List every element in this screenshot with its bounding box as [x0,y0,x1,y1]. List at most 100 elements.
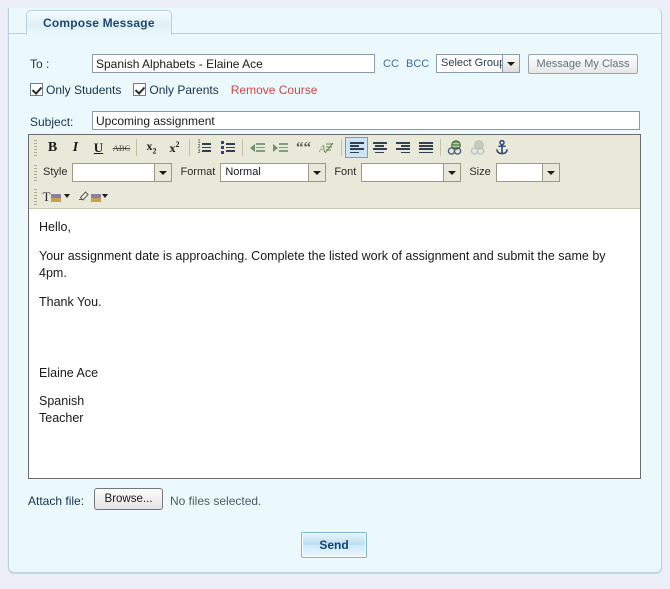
only-students-checkbox[interactable] [30,83,43,96]
body-thanks: Thank You. [39,294,630,311]
toolbar-separator [242,139,243,156]
chevron-down-icon[interactable] [443,164,460,181]
align-justify-icon [419,142,433,153]
numbered-list-button[interactable]: 123 [193,137,216,158]
anchor-icon [495,140,509,155]
font-label: Font [334,166,356,178]
toolbar-grip-icon[interactable] [32,139,39,156]
format-label: Format [180,166,215,178]
tab-strip: Compose Message [8,8,662,34]
remove-format-button[interactable]: A [315,137,338,158]
only-students-label: Only Students [46,83,121,97]
text-color-chevron-down-icon[interactable] [64,194,70,198]
remove-course-link[interactable]: Remove Course [231,83,318,97]
only-parents-checkbox[interactable] [133,83,146,96]
recipient-filter-row: Only Students Only Parents Remove Course [30,83,317,99]
editor-toolbar: B I U ABC x2 x2 123 [29,135,640,209]
bold-button[interactable]: B [41,137,64,158]
body-spacer [39,323,630,353]
text-color-icon: T [43,191,62,202]
text-color-button[interactable]: T [41,186,63,207]
background-color-button[interactable] [77,186,101,207]
chevron-down-icon[interactable] [154,164,171,181]
outdent-icon [250,143,265,152]
background-color-icon [78,190,101,202]
anchor-button[interactable] [490,137,513,158]
message-body[interactable]: Hello, Your assignment date is approachi… [29,209,640,478]
signature-name: Elaine Ace [39,365,630,382]
cc-link[interactable]: CC [383,58,399,70]
format-value: Normal [225,166,260,178]
body-paragraph: Your assignment date is approaching. Com… [39,248,630,282]
to-input[interactable]: Spanish Alphabets - Elaine Ace [92,54,375,73]
link-icon [447,140,464,155]
rich-text-editor: B I U ABC x2 x2 123 [28,134,641,479]
toolbar-row-formatting: B I U ABC x2 x2 123 [29,135,640,160]
to-label: To : [30,57,49,71]
strikethrough-button[interactable]: ABC [110,137,133,158]
unlink-button[interactable] [467,137,490,158]
underline-icon: U [94,140,103,156]
style-dropdown[interactable] [72,163,172,182]
body-greeting: Hello, [39,219,630,236]
increase-indent-button[interactable] [269,137,292,158]
toolbar-separator [136,139,137,156]
superscript-button[interactable]: x2 [163,137,186,158]
only-parents-label: Only Parents [149,83,218,97]
remove-format-icon: A [319,141,335,155]
background-color-chevron-down-icon[interactable] [102,194,108,198]
align-right-icon [396,142,410,153]
browse-button[interactable]: Browse... [94,488,163,510]
bold-icon: B [48,140,57,156]
subscript-icon: x2 [147,139,157,155]
attach-status: No files selected. [170,494,261,508]
align-center-button[interactable] [368,137,391,158]
blockquote-button[interactable]: ““ [292,137,315,158]
chevron-down-icon[interactable] [542,164,559,181]
bulleted-list-button[interactable] [216,137,239,158]
toolbar-row-styles: Style Format Normal Font Size [29,160,640,184]
svg-text:A: A [319,143,326,155]
chevron-down-icon[interactable] [502,55,519,72]
align-left-button[interactable] [345,137,368,158]
format-dropdown[interactable]: Normal [220,163,326,182]
strikethrough-icon: ABC [113,143,130,153]
message-my-class-button[interactable]: Message My Class [528,54,638,74]
bulleted-list-icon [221,141,235,154]
subject-input[interactable]: Upcoming assignment [92,111,640,130]
signature-role: Teacher [39,410,630,427]
toolbar-separator [189,139,190,156]
size-dropdown[interactable] [496,163,560,182]
toolbar-separator [440,139,441,156]
signature-subject: Spanish [39,393,630,410]
toolbar-grip-icon[interactable] [32,188,39,205]
size-label: Size [469,166,490,178]
bcc-link[interactable]: BCC [406,58,429,70]
font-dropdown[interactable] [361,163,461,182]
select-group-value: Select Group [441,57,505,69]
italic-button[interactable]: I [64,137,87,158]
select-group-dropdown[interactable]: Select Group [436,54,520,73]
insert-link-button[interactable] [444,137,467,158]
superscript-icon: x2 [170,140,180,156]
decrease-indent-button[interactable] [246,137,269,158]
underline-button[interactable]: U [87,137,110,158]
toolbar-grip-icon[interactable] [32,164,39,181]
style-label: Style [43,166,67,178]
toolbar-row-colors: T [29,184,640,208]
chevron-down-icon[interactable] [308,164,325,181]
unlink-icon [470,140,487,155]
align-right-button[interactable] [391,137,414,158]
toolbar-separator [341,139,342,156]
italic-icon: I [73,140,78,156]
blockquote-icon: ““ [296,144,311,152]
send-button[interactable]: Send [301,532,367,558]
align-center-icon [373,142,387,153]
tab-compose-message[interactable]: Compose Message [26,10,172,35]
subscript-button[interactable]: x2 [140,137,163,158]
numbered-list-icon: 123 [198,141,212,154]
align-left-icon [350,142,364,153]
align-justify-button[interactable] [414,137,437,158]
subject-label: Subject: [30,115,73,129]
attach-file-label: Attach file: [28,494,84,508]
